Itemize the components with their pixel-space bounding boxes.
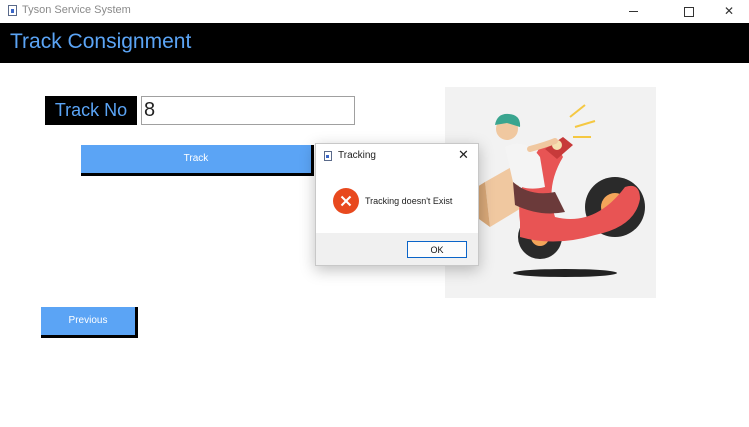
dialog-app-icon <box>324 151 332 161</box>
close-icon: ✕ <box>723 4 735 18</box>
close-window-button[interactable]: ✕ <box>706 0 749 22</box>
page-title: Track Consignment <box>10 30 192 53</box>
track-no-label: Track No <box>45 96 137 125</box>
window-titlebar: Tyson Service System ✕ <box>0 0 749 22</box>
dialog-close-button[interactable]: ✕ <box>458 147 469 163</box>
tracking-dialog: Tracking ✕ Tracking doesn't Exist OK <box>315 143 479 266</box>
dialog-title: Tracking <box>338 150 376 161</box>
previous-button[interactable]: Previous <box>41 307 138 338</box>
track-button[interactable]: Track <box>81 145 314 176</box>
track-no-input[interactable]: 8 <box>141 96 355 125</box>
ok-button[interactable]: OK <box>407 241 467 258</box>
window-title: Tyson Service System <box>22 4 131 16</box>
minimize-icon <box>628 11 638 13</box>
error-icon <box>333 188 359 214</box>
page-header: Track Consignment <box>0 23 749 63</box>
app-icon <box>8 5 17 16</box>
maximize-icon <box>684 6 694 17</box>
minimize-button[interactable] <box>610 0 656 22</box>
dialog-message: Tracking doesn't Exist <box>365 196 453 206</box>
